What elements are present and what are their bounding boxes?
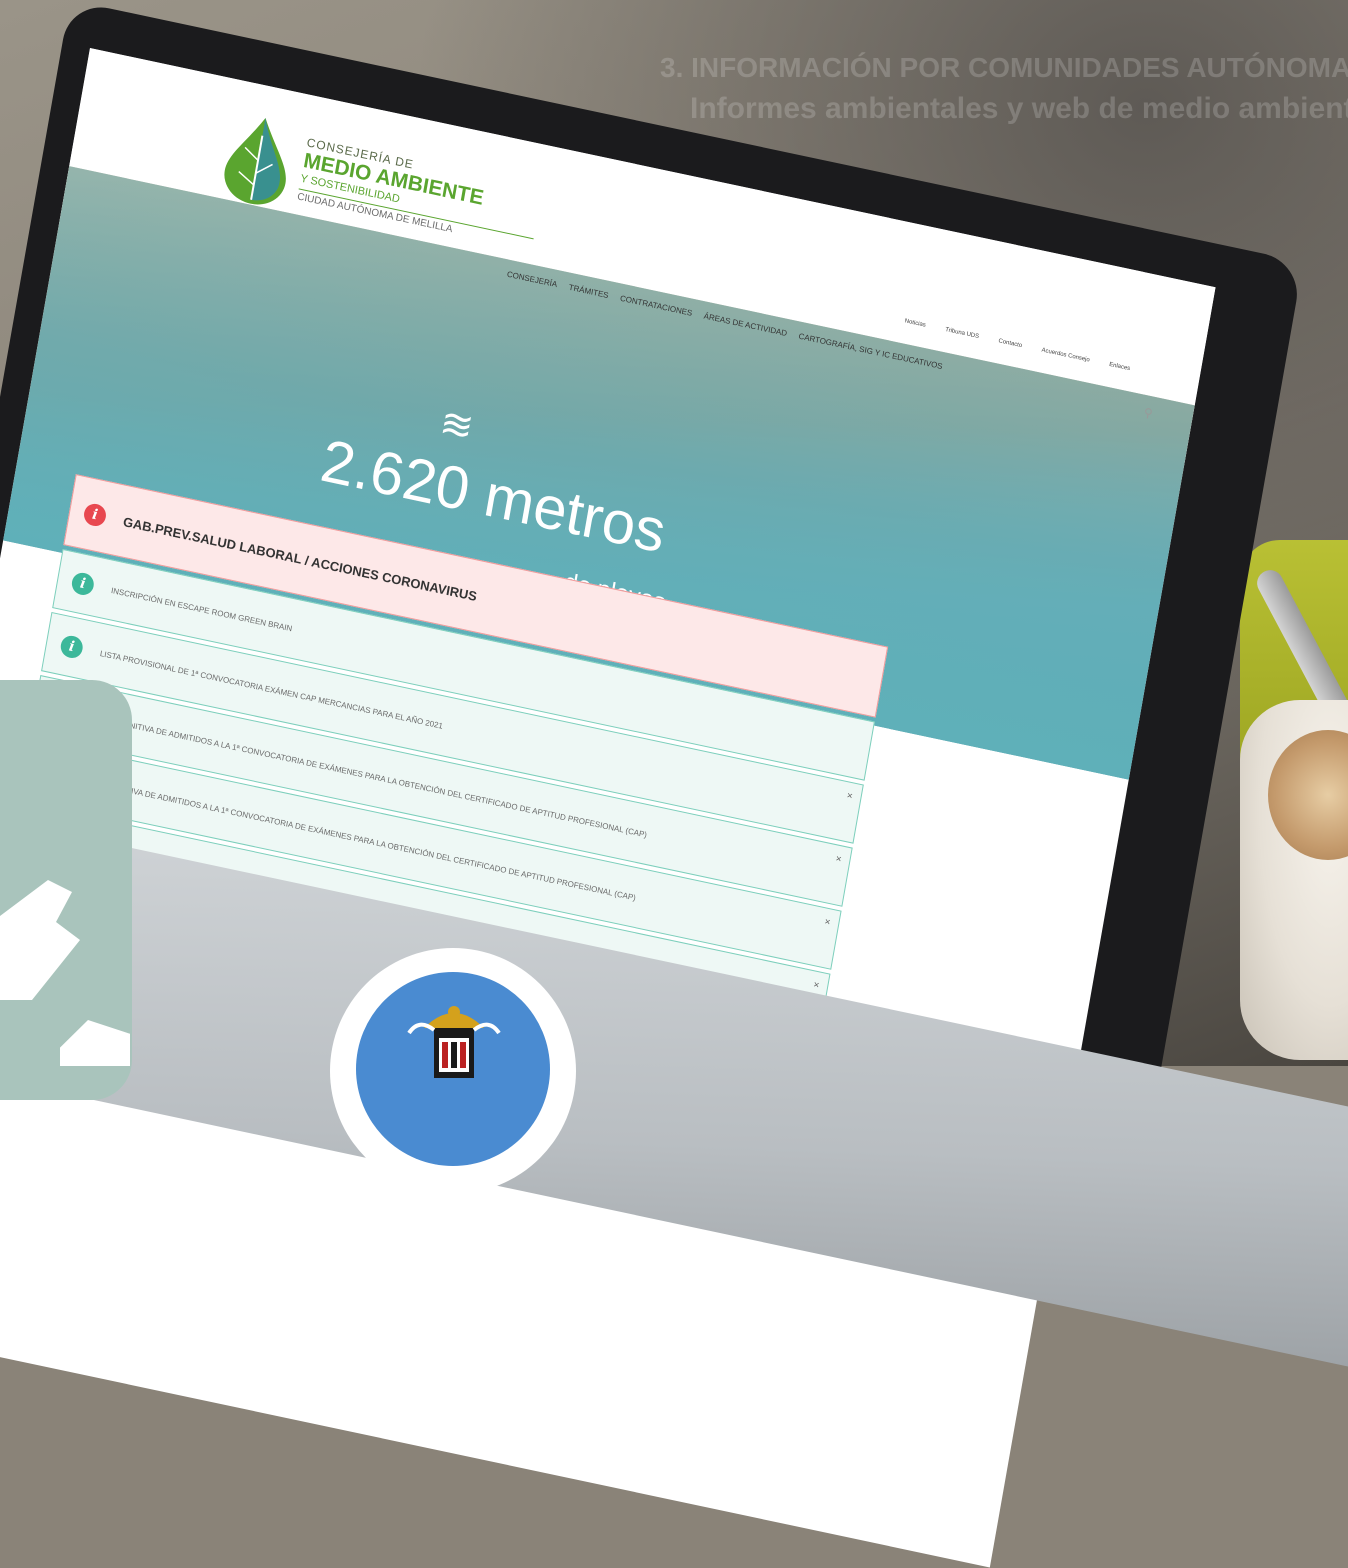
- top-link-contacto[interactable]: Contacto: [998, 338, 1023, 349]
- top-link-tribuna[interactable]: Tribuna UDS: [945, 327, 980, 340]
- top-link-noticias[interactable]: Noticias: [904, 318, 926, 328]
- overlay-heading-line2: Informes ambientales y web de medio ambi…: [690, 92, 1348, 125]
- water-drop-logo-icon: [224, 118, 286, 205]
- melilla-crest-icon: [407, 1006, 501, 1078]
- overlay-heading: 3. INFORMACIÓN POR COMUNIDADES AUTÓNOMAS…: [660, 52, 1348, 126]
- top-link-enlaces[interactable]: Enlaces: [1109, 362, 1131, 372]
- alert-danger-icon: i: [82, 501, 108, 529]
- overlay-heading-line1: 3. INFORMACIÓN POR COMUNIDADES AUTÓNOMAS: [660, 52, 1348, 83]
- alert-info-icon: i: [70, 570, 96, 598]
- close-icon[interactable]: ×: [812, 980, 820, 992]
- alert-text: INSCRIPCIÓN EN ESCAPE ROOM GREEN BRAIN: [110, 585, 293, 633]
- close-icon[interactable]: ×: [835, 853, 843, 865]
- close-icon[interactable]: ×: [846, 790, 854, 802]
- alert-info-icon: i: [59, 633, 85, 661]
- top-link-acuerdos[interactable]: Acuerdos Consejo: [1041, 347, 1090, 363]
- close-icon[interactable]: ×: [824, 916, 832, 928]
- laptop-screen: CONSEJERÍA DE MEDIO AMBIENTE Y SOSTENIBI…: [0, 48, 1216, 1568]
- waves-icon: ≋: [436, 400, 478, 451]
